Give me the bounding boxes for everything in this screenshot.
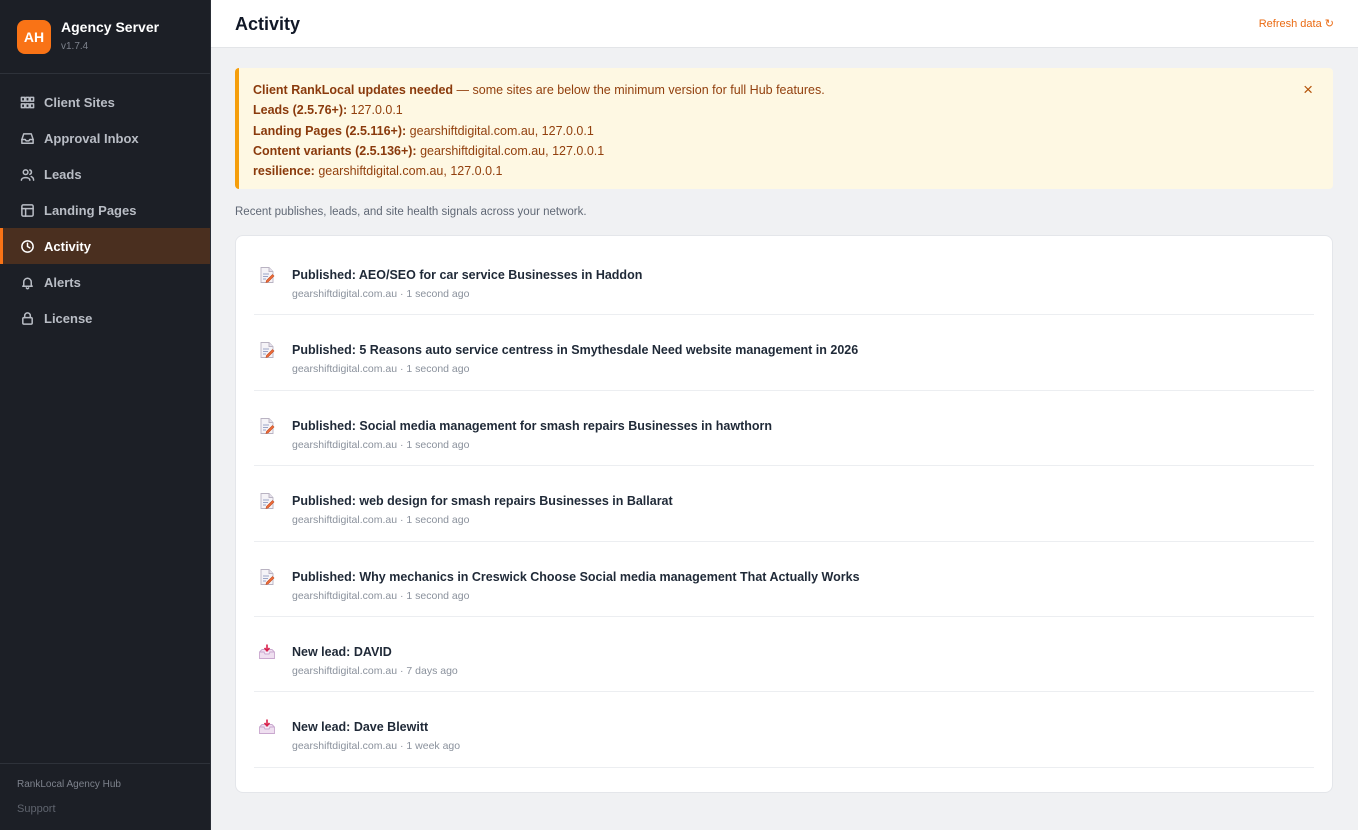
activity-meta: gearshiftdigital.com.au · 7 days ago <box>292 664 458 677</box>
sidebar-item-license[interactable]: License <box>0 300 210 336</box>
list-item[interactable]: Published: Social media management for s… <box>254 391 1314 467</box>
alert-line-label: resilience: <box>253 164 315 179</box>
refresh-data-button[interactable]: Refresh data ↻ <box>1259 17 1334 30</box>
list-item[interactable]: Published: 5 Reasons auto service centre… <box>254 315 1314 391</box>
alert-line-landing-pages: Landing Pages (2.5.116+): gearshiftdigit… <box>253 121 1333 141</box>
publish-document-icon <box>258 492 276 510</box>
layout-icon <box>20 203 35 218</box>
activity-meta: gearshiftdigital.com.au · 1 second ago <box>292 288 470 300</box>
sidebar-item-alerts[interactable]: Alerts <box>0 264 210 300</box>
alert-headline-bold: Client RankLocal updates needed <box>253 83 454 97</box>
list-item[interactable]: New lead: Dave Blewitt gearshiftdigital.… <box>254 692 1314 768</box>
topbar: Activity Refresh data ↻ <box>211 0 1358 48</box>
sidebar-item-landing-pages[interactable]: Landing Pages <box>0 192 210 228</box>
alert-line-value: 127.0.0.1 <box>347 103 403 118</box>
alert-headline-text: — some sites are below the minimum versi… <box>453 83 825 97</box>
activity-meta: gearshiftdigital.com.au · 1 second ago <box>292 438 470 451</box>
lock-icon <box>20 311 35 326</box>
list-item[interactable]: Published: AEO/SEO for car service Busin… <box>254 240 1314 316</box>
alert-line-value: gearshiftdigital.com.au, 127.0.0.1 <box>314 164 503 179</box>
list-item[interactable]: Published: web design for smash repairs … <box>254 466 1314 542</box>
alert-line-label: Leads (2.5.76+): <box>253 103 348 118</box>
brand-logo[interactable]: AH <box>17 20 51 54</box>
sidebar-item-label: Approval Inbox <box>44 130 139 146</box>
alert-line-label: Landing Pages (2.5.116+): <box>253 123 407 138</box>
hub-name: RankLocal Agency Hub <box>17 779 121 790</box>
support-link[interactable]: Support <box>17 803 56 815</box>
publish-document-icon <box>258 341 276 359</box>
brand-name: Agency Server <box>61 19 160 35</box>
sidebar-item-label: Client Sites <box>44 94 115 110</box>
inbox-tray-icon <box>258 718 276 736</box>
publish-document-icon <box>258 568 276 586</box>
activity-title: Published: Social media management for s… <box>292 418 772 433</box>
sidebar-item-label: Landing Pages <box>44 202 137 218</box>
close-icon[interactable]: × <box>1303 81 1313 98</box>
sidebar-item-client-sites[interactable]: Client Sites <box>0 84 210 120</box>
brand-version: v1.7.4 <box>61 41 89 52</box>
activity-title: New lead: Dave Blewitt <box>292 720 429 735</box>
alert-line-content-variants: Content variants (2.5.136+): gearshiftdi… <box>253 141 1333 161</box>
alert-line-label: Content variants (2.5.136+): <box>253 143 417 158</box>
activity-title: Published: web design for smash repairs … <box>292 494 673 509</box>
list-item[interactable]: New lead: DAVID gearshiftdigital.com.au … <box>254 617 1314 693</box>
list-item[interactable]: Published: Why mechanics in Creswick Cho… <box>254 542 1314 617</box>
activity-title: Published: 5 Reasons auto service centre… <box>292 343 859 358</box>
sidebar-item-label: Alerts <box>44 274 81 290</box>
alert-line-value: gearshiftdigital.com.au, 127.0.0.1 <box>406 123 594 138</box>
grid-icon <box>20 95 35 110</box>
sidebar-item-label: Activity <box>44 238 91 254</box>
sidebar-item-activity[interactable]: Activity <box>0 228 210 264</box>
activity-meta: gearshiftdigital.com.au · 1 second ago <box>292 514 470 527</box>
activity-title: Published: AEO/SEO for car service Busin… <box>292 268 643 282</box>
alert-line-leads: Leads (2.5.76+): 127.0.0.1 <box>253 100 1333 120</box>
update-alert: Client RankLocal updates needed — some s… <box>235 68 1333 189</box>
brand: AH Agency Server v1.7.4 <box>0 0 210 74</box>
activity-subtitle: Recent publishes, leads, and site health… <box>235 206 587 218</box>
sidebar-nav: Client Sites Approval Inbox Leads Landin… <box>0 84 210 336</box>
activity-meta: gearshiftdigital.com.au · 1 week ago <box>292 740 461 753</box>
activity-feed: Published: AEO/SEO for car service Busin… <box>235 235 1333 793</box>
page-title: Activity <box>235 14 301 34</box>
publish-document-icon <box>258 417 276 435</box>
activity-meta: gearshiftdigital.com.au · 1 second ago <box>292 363 470 376</box>
bell-icon <box>20 275 35 290</box>
sidebar-item-label: License <box>44 310 93 326</box>
sidebar-item-label: Leads <box>44 166 82 182</box>
inbox-icon <box>20 131 35 146</box>
activity-title: Published: Why mechanics in Creswick Cho… <box>292 569 860 584</box>
clock-icon <box>20 239 35 254</box>
sidebar-footer: RankLocal Agency Hub Support <box>0 763 210 830</box>
activity-title: New lead: DAVID <box>292 644 392 659</box>
users-icon <box>20 167 35 182</box>
inbox-tray-icon <box>258 643 276 661</box>
alert-line-value: gearshiftdigital.com.au, 127.0.0.1 <box>416 143 605 158</box>
sidebar: AH Agency Server v1.7.4 Client Sites App… <box>0 0 211 830</box>
sidebar-item-approval-inbox[interactable]: Approval Inbox <box>0 120 210 156</box>
alert-line-resilience: resilience: gearshiftdigital.com.au, 127… <box>253 161 1333 181</box>
publish-document-icon <box>258 266 276 284</box>
alert-headline: Client RankLocal updates needed — some s… <box>253 80 1333 100</box>
sidebar-item-leads[interactable]: Leads <box>0 156 210 192</box>
activity-meta: gearshiftdigital.com.au · 1 second ago <box>292 589 470 602</box>
